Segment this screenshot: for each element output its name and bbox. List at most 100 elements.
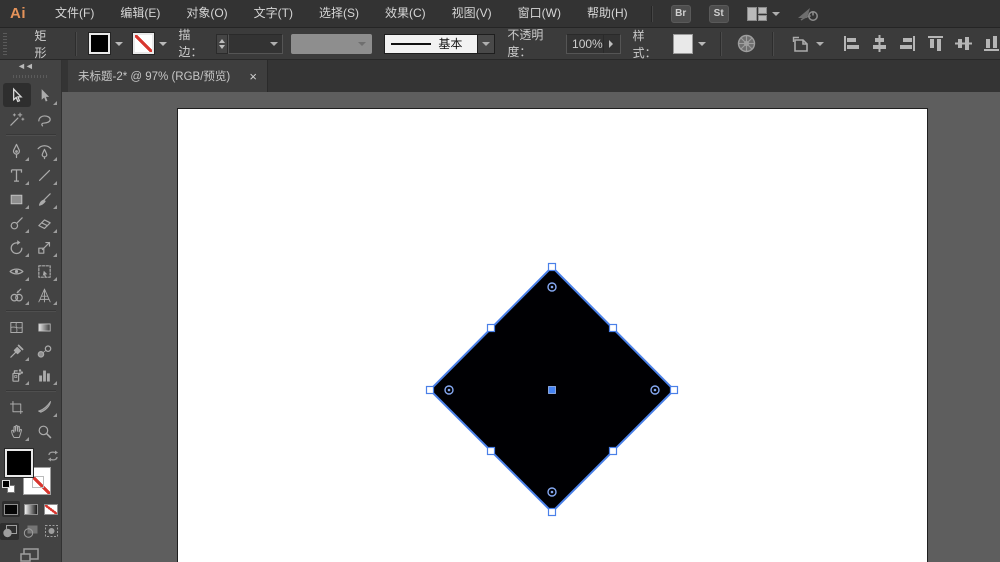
zoom-tool[interactable] [31, 419, 59, 443]
align-top-icon[interactable] [927, 35, 944, 52]
bridge-button[interactable]: Br [670, 4, 691, 23]
illustrator-logo: Ai [10, 5, 26, 22]
flyout-indicator [24, 229, 29, 234]
stepper-up-icon[interactable] [218, 38, 225, 43]
width-profile-label: 基本 [438, 37, 463, 51]
divider [720, 31, 722, 56]
menu-type[interactable]: 文字(T) [241, 0, 306, 27]
artboard-tool[interactable] [3, 395, 31, 419]
default-fill-stroke-icon[interactable] [1, 480, 15, 493]
none-button[interactable] [42, 501, 60, 517]
workspace-layout-icon [746, 6, 767, 21]
gradient-icon [38, 323, 51, 332]
paintbrush-tool[interactable] [31, 187, 59, 211]
rotate-tool[interactable] [3, 235, 31, 259]
align-horizontal-center-icon[interactable] [871, 35, 888, 52]
share-button[interactable] [796, 5, 822, 23]
panel-drag-handle[interactable] [12, 75, 49, 79]
document-tab[interactable]: 未标题-2* @ 97% (RGB/预览) × [68, 60, 268, 92]
menu-effect[interactable]: 效果(C) [372, 0, 439, 27]
opacity-field[interactable]: 100% [566, 33, 621, 54]
symbol-sprayer-tool[interactable] [3, 363, 31, 387]
drawing-mode-buttons [0, 523, 61, 540]
align-bottom-icon[interactable] [983, 35, 1000, 52]
mesh-tool[interactable] [3, 315, 31, 339]
width-profile-chevron-button[interactable] [478, 33, 496, 54]
rectangle-tool[interactable] [3, 187, 31, 211]
draw-inside-button[interactable] [42, 523, 61, 540]
curvature-tool[interactable] [31, 139, 59, 163]
screen-mode-button[interactable] [19, 548, 42, 562]
eraser-tool[interactable] [31, 211, 59, 235]
menu-help[interactable]: 帮助(H) [574, 0, 641, 27]
width-tool[interactable] [3, 259, 31, 283]
mesh-icon [10, 321, 23, 333]
menu-window[interactable]: 窗口(W) [505, 0, 574, 27]
document-area: 未标题-2* @ 97% (RGB/预览) × [62, 60, 1000, 562]
workspace-switcher[interactable] [746, 6, 780, 21]
hand-tool[interactable] [3, 419, 31, 443]
direct-selection-tool[interactable] [31, 83, 59, 107]
pasteboard[interactable] [62, 92, 1000, 562]
rectangle-icon [10, 194, 23, 205]
graphic-style-dropdown[interactable] [669, 33, 707, 54]
divider [650, 5, 652, 22]
eyedropper-tool[interactable] [3, 339, 31, 363]
recolor-artwork-button[interactable] [737, 34, 756, 53]
blend-tool[interactable] [31, 339, 59, 363]
draw-normal-icon [3, 525, 17, 538]
graphic-style-swatch[interactable] [673, 33, 694, 54]
chevron-down-icon [771, 11, 780, 16]
selection-tool[interactable] [2, 83, 31, 108]
fill-color-dropdown[interactable] [88, 32, 124, 55]
color-button[interactable] [1, 501, 20, 517]
perspective-grid-tool[interactable] [31, 283, 59, 307]
magic-wand-tool[interactable] [3, 107, 31, 131]
stepper-down-icon[interactable] [218, 44, 225, 49]
align-right-icon[interactable] [899, 35, 916, 52]
flyout-indicator [24, 205, 29, 210]
menu-select[interactable]: 选择(S) [306, 0, 372, 27]
stock-button[interactable]: St [708, 4, 729, 23]
draw-normal-button[interactable] [0, 523, 19, 540]
type-tool[interactable] [3, 163, 31, 187]
divider [772, 31, 774, 56]
opacity-link[interactable]: 不透明度： [507, 26, 561, 62]
menu-view[interactable]: 视图(V) [439, 0, 505, 27]
stroke-weight-field[interactable] [227, 33, 283, 54]
shaper-tool[interactable] [3, 211, 31, 235]
center-point-handle[interactable] [548, 386, 556, 394]
column-graph-tool[interactable] [31, 363, 59, 387]
gradient-tool[interactable] [31, 315, 59, 339]
opacity-presets-button[interactable] [602, 34, 620, 53]
align-vertical-center-icon[interactable] [955, 35, 973, 52]
width-profile-dropdown[interactable]: 基本 [384, 33, 496, 54]
lasso-tool[interactable] [31, 107, 59, 131]
swap-fill-stroke-icon[interactable] [47, 450, 59, 462]
free-transform-tool[interactable] [31, 259, 59, 283]
slice-tool[interactable] [31, 395, 59, 419]
scale-tool[interactable] [31, 235, 59, 259]
menu-file[interactable]: 文件(F) [42, 0, 107, 27]
gradient-button[interactable] [22, 501, 40, 517]
stroke-weight-stepper[interactable] [216, 33, 228, 54]
fill-proxy-swatch[interactable] [3, 448, 34, 479]
tools-panel: ◄◄ [0, 60, 62, 562]
draw-behind-button[interactable] [21, 523, 40, 540]
stroke-weight-link[interactable]: 描边： [178, 26, 211, 62]
tool-group-divider [5, 310, 56, 313]
menu-edit[interactable]: 编辑(E) [107, 0, 173, 27]
collapse-panel-button[interactable]: ◄◄ [0, 60, 61, 72]
line-segment-tool[interactable] [31, 163, 59, 187]
menu-object[interactable]: 对象(O) [173, 0, 240, 27]
select-similar-dropdown[interactable] [791, 35, 825, 53]
pen-tool[interactable] [3, 139, 31, 163]
width-profile-preview[interactable]: 基本 [384, 33, 479, 54]
close-tab-icon[interactable]: × [249, 70, 257, 83]
fill-color-swatch[interactable] [88, 32, 112, 55]
align-left-icon[interactable] [843, 35, 860, 52]
stroke-none-swatch[interactable] [132, 32, 156, 55]
panel-grip[interactable] [3, 32, 7, 55]
stroke-color-dropdown[interactable] [132, 32, 168, 55]
shape-builder-tool[interactable] [3, 283, 31, 307]
